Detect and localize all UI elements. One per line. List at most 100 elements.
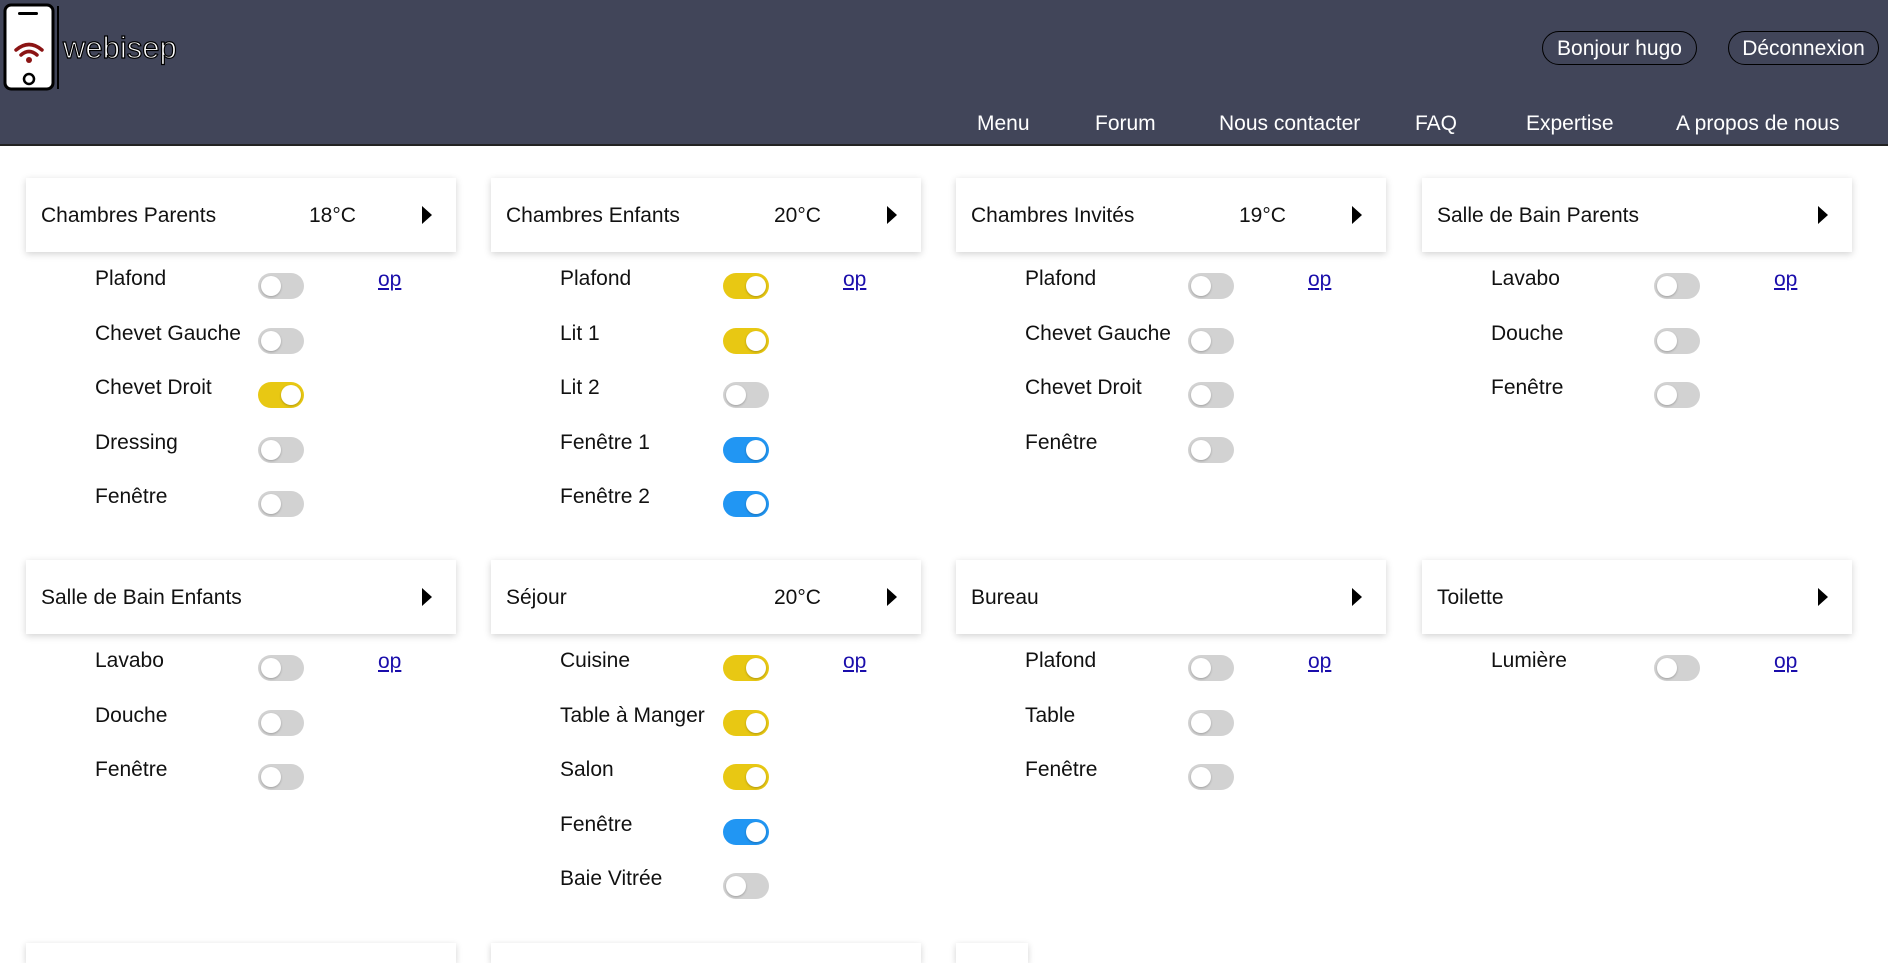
room-card-partial [491, 943, 921, 963]
device-label: Fenêtre 1 [560, 430, 650, 454]
device-toggle[interactable] [258, 327, 304, 354]
device-label: Fenêtre [1025, 430, 1098, 454]
expand-arrow-icon[interactable] [1350, 587, 1364, 607]
device-label: Lit 2 [560, 376, 600, 399]
device-toggle[interactable] [723, 327, 769, 354]
room-op-link[interactable]: op [843, 650, 866, 674]
device-toggle[interactable] [1654, 273, 1700, 299]
room-temperature: 19°C [1239, 204, 1286, 227]
nav-contact[interactable]: Nous contacter [1219, 112, 1360, 136]
svg-text:webisep: webisep [62, 30, 177, 65]
room-name: Salle de Bain Parents [1437, 204, 1639, 227]
device-label: Salon [560, 758, 614, 781]
expand-arrow-icon[interactable] [1816, 587, 1830, 607]
device-toggle[interactable] [1188, 764, 1234, 790]
device-toggle[interactable] [723, 873, 769, 899]
device-toggle[interactable] [1188, 655, 1234, 681]
room-op-link[interactable]: op [1308, 268, 1331, 292]
device-label: Lavabo [95, 649, 164, 672]
room-op-link[interactable]: op [1308, 650, 1331, 674]
device-toggle[interactable] [1188, 273, 1234, 299]
device-toggle[interactable] [1188, 709, 1234, 736]
toggle-knob [1657, 276, 1677, 296]
device-label: Dressing [95, 430, 178, 454]
room-temperature: 20°C [774, 586, 821, 609]
device-label: Lumière [1491, 649, 1567, 672]
device-toggle[interactable] [258, 491, 304, 517]
webisep-logo[interactable]: webisep [2, 3, 188, 91]
device-toggle[interactable] [1188, 436, 1234, 463]
toggle-knob [1191, 712, 1211, 733]
toggle-knob [746, 330, 766, 351]
device-label: Plafond [1025, 649, 1097, 672]
device-label: Fenêtre [560, 812, 633, 836]
device-toggle[interactable] [723, 655, 769, 681]
device-toggle[interactable] [258, 655, 304, 681]
room-card-partial [956, 943, 1028, 963]
room-temperature: 18°C [309, 204, 356, 227]
nav-menu[interactable]: Menu [977, 112, 1030, 136]
expand-arrow-icon[interactable] [1816, 205, 1830, 225]
device-toggle[interactable] [1654, 382, 1700, 408]
device-toggle[interactable] [723, 818, 769, 845]
device-toggle[interactable] [1654, 655, 1700, 681]
toggle-knob [746, 767, 766, 787]
toggle-knob [1657, 658, 1677, 678]
nav-faq[interactable]: FAQ [1415, 112, 1457, 136]
device-label: Chevet Droit [95, 376, 212, 399]
nav-about[interactable]: A propos de nous [1676, 112, 1839, 136]
device-label: Douche [95, 703, 168, 727]
device-label: Chevet Gauche [1025, 321, 1171, 345]
room-op-link[interactable]: op [1774, 650, 1797, 674]
device-label: Fenêtre [1491, 376, 1564, 399]
room-card-partial [26, 943, 456, 963]
device-toggle[interactable] [1188, 382, 1234, 408]
device-label: Fenêtre [95, 758, 168, 781]
nav-expertise[interactable]: Expertise [1526, 112, 1614, 136]
room-card-header: Séjour 20°C [491, 560, 921, 634]
room-card-header: Chambres Invités 19°C [956, 178, 1386, 252]
toggle-knob [1191, 276, 1211, 296]
room-name: Chambres Enfants [506, 204, 680, 227]
device-toggle[interactable] [1188, 327, 1234, 354]
toggle-knob [746, 658, 766, 678]
device-toggle[interactable] [723, 709, 769, 736]
nav-forum[interactable]: Forum [1095, 112, 1156, 136]
expand-arrow-icon[interactable] [420, 205, 434, 225]
toggle-knob [1191, 658, 1211, 678]
expand-arrow-icon[interactable] [1350, 205, 1364, 225]
device-label: Chevet Droit [1025, 376, 1142, 399]
site-header: webisep Bonjour hugo Déconnexion Menu Fo… [0, 0, 1888, 146]
room-op-link[interactable]: op [843, 268, 866, 292]
device-toggle[interactable] [723, 491, 769, 517]
device-toggle[interactable] [258, 764, 304, 790]
device-toggle[interactable] [723, 273, 769, 299]
room-op-link[interactable]: op [378, 268, 401, 292]
toggle-knob [1191, 767, 1211, 787]
device-toggle[interactable] [258, 273, 304, 299]
device-label: Cuisine [560, 649, 631, 672]
logout-button[interactable]: Déconnexion [1728, 31, 1879, 65]
toggle-knob [746, 276, 766, 296]
device-label: Plafond [95, 267, 167, 290]
device-toggle[interactable] [723, 436, 769, 463]
device-toggle[interactable] [723, 764, 769, 790]
toggle-knob [261, 658, 281, 678]
device-label: Fenêtre 2 [560, 485, 650, 508]
room-card-header: Salle de Bain Enfants [26, 560, 456, 634]
device-toggle[interactable] [1654, 327, 1700, 354]
room-name: Bureau [971, 586, 1039, 609]
expand-arrow-icon[interactable] [420, 587, 434, 607]
device-label: Table à Manger [560, 703, 705, 727]
device-toggle[interactable] [258, 436, 304, 463]
device-toggle[interactable] [258, 382, 304, 408]
device-toggle[interactable] [258, 709, 304, 736]
room-op-link[interactable]: op [378, 650, 401, 674]
room-op-link[interactable]: op [1774, 268, 1797, 292]
device-toggle[interactable] [723, 382, 769, 408]
greeting-button[interactable]: Bonjour hugo [1542, 31, 1697, 65]
toggle-knob [746, 821, 766, 842]
room-card-header: Bureau [956, 560, 1386, 634]
expand-arrow-icon[interactable] [885, 205, 899, 225]
expand-arrow-icon[interactable] [885, 587, 899, 607]
